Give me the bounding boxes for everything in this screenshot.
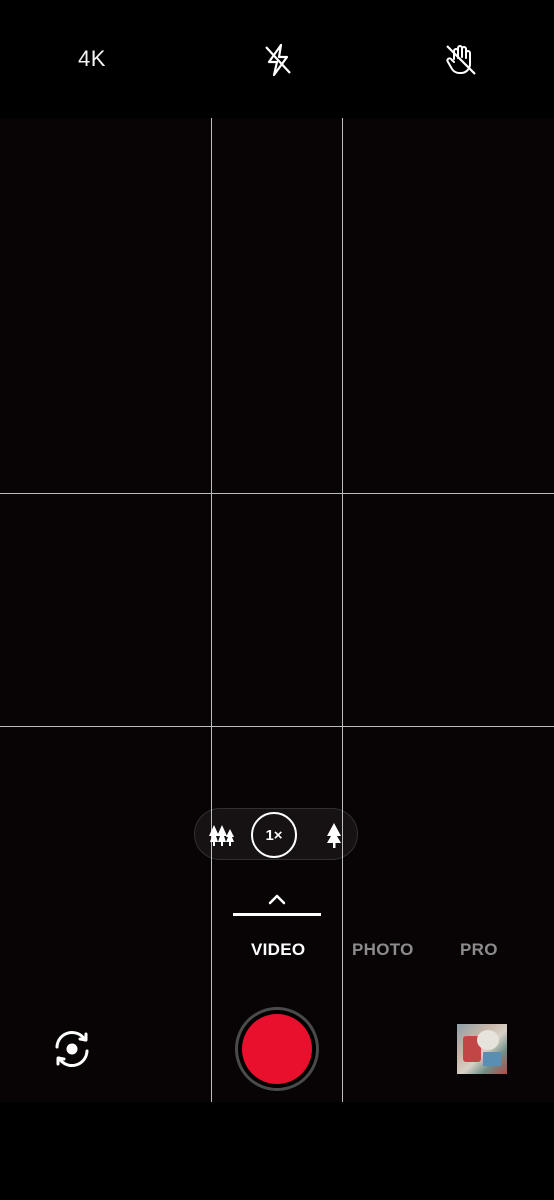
mode-pro[interactable]: PRO	[460, 940, 498, 960]
thumbnail-detail	[483, 1052, 501, 1066]
thumbnail-detail	[477, 1030, 499, 1050]
flash-off-icon[interactable]	[262, 43, 294, 77]
mode-photo[interactable]: PHOTO	[352, 940, 414, 960]
tree-tele-icon[interactable]	[323, 822, 345, 848]
zoom-selector: 1×	[194, 808, 358, 860]
record-button-fill	[242, 1014, 312, 1084]
record-button[interactable]	[235, 1007, 319, 1091]
zoom-1x-button[interactable]: 1×	[251, 812, 297, 858]
gallery-thumbnail[interactable]	[457, 1024, 507, 1074]
grid-line	[211, 118, 212, 1102]
trees-wide-icon[interactable]	[208, 823, 236, 847]
mode-video[interactable]: VIDEO	[251, 940, 305, 960]
grid-line	[0, 493, 554, 494]
chevron-up-icon[interactable]	[266, 892, 288, 906]
grid-line	[342, 118, 343, 1102]
navigation-area	[0, 1102, 554, 1200]
mode-indicator	[233, 913, 321, 916]
gesture-off-icon[interactable]	[443, 42, 479, 78]
resolution-button[interactable]: 4K	[78, 46, 106, 72]
top-toolbar: 4K	[0, 0, 554, 118]
switch-camera-icon[interactable]	[49, 1026, 95, 1072]
grid-line	[0, 726, 554, 727]
